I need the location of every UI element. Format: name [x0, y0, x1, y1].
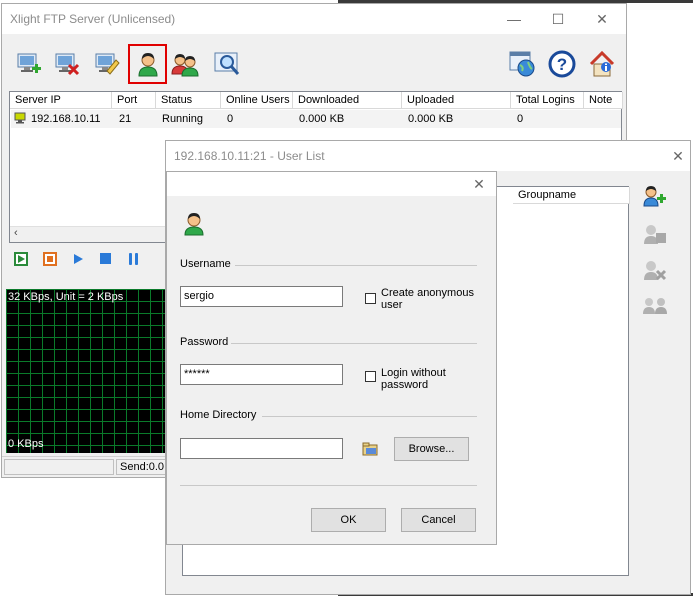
find-icon — [214, 52, 240, 75]
delete-user-icon[interactable] — [643, 259, 667, 281]
col-note[interactable]: Note — [584, 92, 623, 109]
stop-blue-button[interactable] — [100, 253, 111, 264]
edit-server-icon — [95, 53, 120, 75]
cell-downloaded: 0.000 KB — [299, 113, 345, 125]
edit-user-icon[interactable] — [643, 223, 667, 245]
status-send-text: Send:0.0 — [120, 461, 165, 473]
find-button[interactable] — [210, 47, 244, 81]
main-titlebar: Xlight FTP Server (Unlicensed) — ☐ ✕ — [2, 4, 626, 34]
login-without-label-2: password — [381, 379, 429, 391]
close-button[interactable]: ✕ — [580, 4, 624, 34]
col-online-users[interactable]: Online Users — [221, 92, 293, 109]
delete-server-button[interactable] — [50, 47, 84, 81]
table-row[interactable]: 192.168.10.11 21 Running 0 0.000 KB 0.00… — [11, 110, 621, 128]
status-bar: Send:0.0 — [2, 456, 168, 476]
pause-button[interactable] — [128, 253, 140, 265]
cancel-button[interactable]: Cancel — [401, 508, 476, 532]
cell-status: Running — [162, 113, 203, 125]
col-server-ip[interactable]: Server IP — [10, 92, 112, 109]
add-server-button[interactable] — [12, 47, 46, 81]
password-label: Password — [180, 336, 229, 348]
password-divider — [231, 343, 477, 344]
svg-text:?: ? — [557, 55, 567, 74]
col-downloaded[interactable]: Downloaded — [293, 92, 402, 109]
pause-icon — [129, 253, 132, 265]
create-anonymous-checkbox[interactable] — [365, 293, 376, 304]
about-icon — [589, 50, 615, 77]
status-pane-send: Send:0.0 — [116, 459, 168, 475]
add-server-icon — [17, 53, 41, 73]
create-anonymous-label-1: Create anonymous — [381, 287, 474, 299]
ok-button[interactable]: OK — [311, 508, 386, 532]
stop-icon — [47, 256, 53, 262]
web-icon — [509, 51, 535, 77]
cell-online-users: 0 — [227, 113, 234, 125]
web-button[interactable] — [505, 47, 539, 81]
col-uploaded[interactable]: Uploaded — [402, 92, 511, 109]
graph-bottom-label: 0 KBps — [8, 438, 44, 450]
dialog-user-icon — [184, 213, 204, 236]
edit-server-button[interactable] — [90, 47, 124, 81]
groups-icon — [171, 54, 199, 77]
start-button[interactable] — [14, 252, 28, 266]
traffic-graph: 32 KBps, Unit = 2 KBps 0 KBps — [6, 289, 168, 453]
play-blue-button[interactable] — [72, 253, 84, 265]
home-directory-divider — [262, 416, 477, 417]
user-icon — [137, 53, 158, 77]
col-status[interactable]: Status — [156, 92, 221, 109]
username-input[interactable]: sergio — [180, 286, 343, 307]
login-without-password-checkbox[interactable] — [365, 371, 376, 382]
password-input[interactable]: ****** — [180, 364, 343, 385]
maximize-button[interactable]: ☐ — [536, 4, 580, 34]
dialog-close-button[interactable]: ✕ — [461, 172, 497, 196]
delete-server-icon — [55, 53, 80, 76]
user-group-icon[interactable] — [642, 295, 668, 315]
cell-ip: 192.168.10.11 — [31, 113, 101, 125]
groups-button[interactable] — [169, 47, 203, 81]
monitor-icon — [14, 112, 26, 124]
user-list-titlebar: 192.168.10.11:21 - User List ✕ — [166, 141, 690, 171]
scroll-left-icon[interactable]: ‹ — [14, 227, 18, 239]
cell-uploaded: 0.000 KB — [408, 113, 454, 125]
stop-button[interactable] — [43, 252, 57, 266]
help-button[interactable]: ? — [545, 47, 579, 81]
status-pane-left — [4, 459, 114, 475]
play-icon — [18, 255, 25, 263]
user-list-close-button[interactable]: ✕ — [656, 141, 693, 171]
help-icon: ? — [548, 50, 576, 78]
user-list-button[interactable] — [128, 44, 167, 84]
home-directory-label: Home Directory — [180, 409, 257, 421]
minimize-button[interactable]: — — [492, 4, 536, 34]
username-label: Username — [180, 258, 231, 270]
add-user-icon[interactable] — [643, 185, 667, 207]
user-list-title: 192.168.10.11:21 - User List — [174, 149, 325, 163]
folder-icon[interactable] — [362, 442, 378, 456]
home-directory-input[interactable] — [180, 438, 343, 459]
dialog-titlebar: ✕ — [167, 172, 496, 196]
user-dialog: ✕ Username sergio Create anonymous user … — [166, 171, 497, 545]
col-port[interactable]: Port — [112, 92, 156, 109]
about-button[interactable] — [585, 47, 619, 81]
create-anonymous-label-2: user — [381, 299, 403, 311]
bottom-divider — [180, 485, 477, 486]
main-window-title: Xlight FTP Server (Unlicensed) — [10, 12, 176, 26]
login-without-label-1: Login without — [381, 367, 446, 379]
browse-button[interactable]: Browse... — [394, 437, 469, 461]
cell-port: 21 — [119, 113, 132, 125]
graph-top-label: 32 KBps, Unit = 2 KBps — [8, 291, 124, 303]
username-divider — [235, 265, 477, 266]
col-groupname[interactable]: Groupname — [513, 187, 630, 204]
col-total-logins[interactable]: Total Logins — [511, 92, 584, 109]
cell-total-logins: 0 — [517, 113, 524, 125]
